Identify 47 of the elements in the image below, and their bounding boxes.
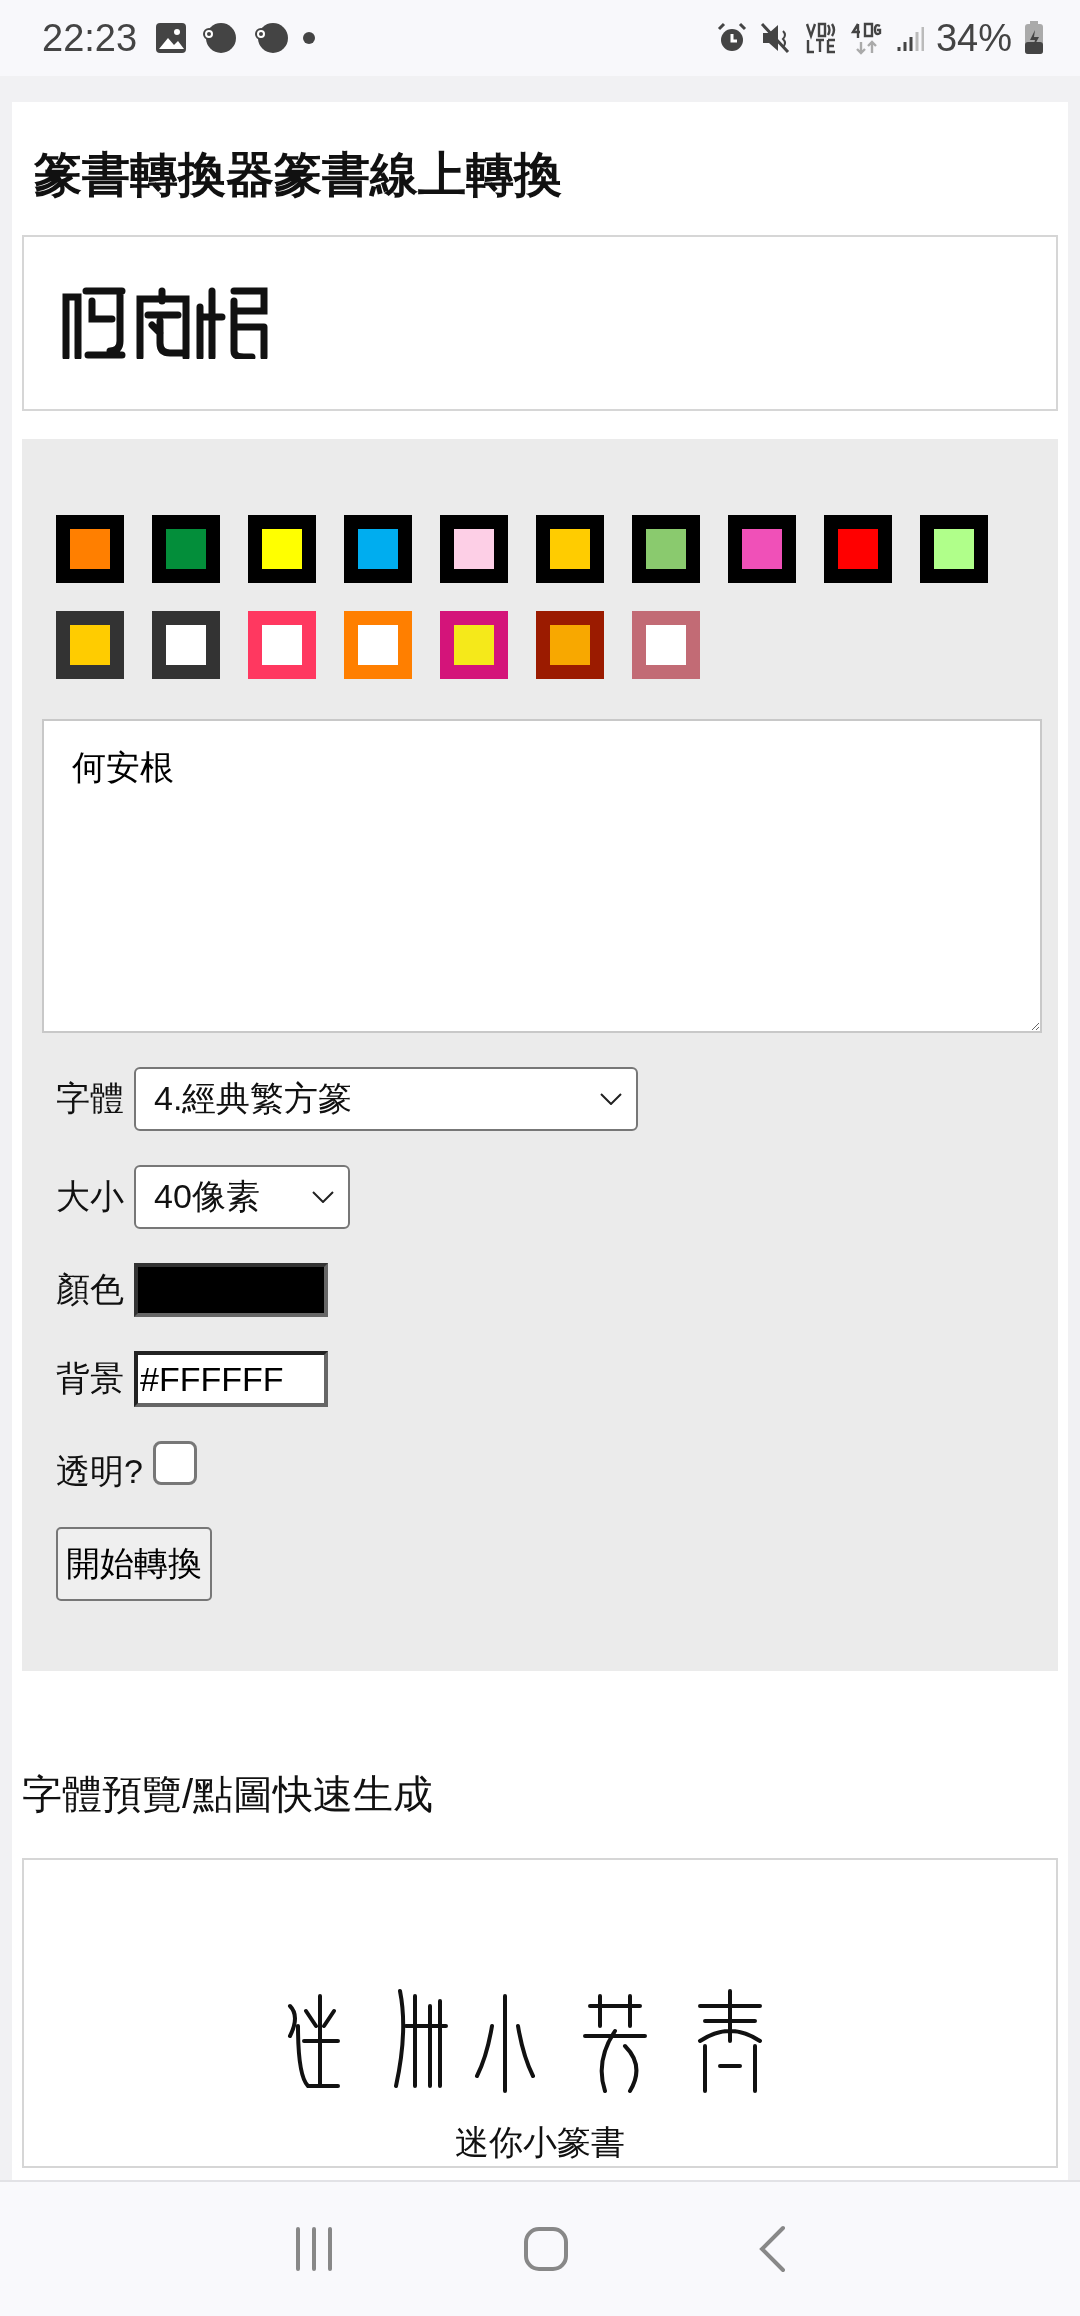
chevron-icon	[600, 1093, 622, 1105]
back-icon[interactable]	[757, 2225, 786, 2273]
color-swatch[interactable]	[632, 515, 700, 583]
alarm-icon	[715, 22, 748, 54]
color-swatch[interactable]	[440, 611, 508, 679]
mute-icon	[759, 22, 792, 54]
field-label: 字體	[56, 1078, 124, 1119]
preview-caption[interactable]: 迷你小篆書	[455, 2120, 625, 2166]
color-swatch[interactable]	[536, 611, 604, 679]
recent-apps-icon[interactable]	[294, 2227, 335, 2271]
battery-percent: 34%	[935, 16, 1012, 60]
color-swatch[interactable]	[56, 611, 124, 679]
battery-icon	[1024, 21, 1044, 55]
color-swatch[interactable]	[344, 515, 412, 583]
color-swatch[interactable]	[152, 611, 220, 679]
color-picker[interactable]	[134, 1263, 328, 1317]
image-icon	[155, 22, 188, 54]
clock-time: 22:23	[42, 16, 138, 60]
dot-icon	[303, 32, 316, 44]
volte-icon	[803, 21, 838, 55]
field-label: 透明?	[56, 1451, 143, 1492]
home-icon[interactable]	[523, 2226, 569, 2272]
color-swatch[interactable]	[248, 611, 316, 679]
text-input[interactable]: 何安根	[42, 719, 1042, 1033]
field-label: 顏色	[56, 1269, 124, 1310]
field-label: 大小	[56, 1176, 124, 1217]
color-swatch[interactable]	[248, 515, 316, 583]
color-swatch[interactable]	[632, 611, 700, 679]
color-swatch[interactable]	[920, 515, 988, 583]
network-arrows-icon	[849, 21, 884, 55]
color-swatch[interactable]	[728, 515, 796, 583]
section-heading: 字體預覽/點圖快速生成	[22, 1771, 435, 1818]
field-label: 背景	[56, 1358, 124, 1399]
select-dropdown[interactable]: 4.經典繁方篆	[134, 1067, 638, 1131]
select-dropdown[interactable]: 40像素	[134, 1165, 350, 1229]
background-input[interactable]: #FFFFFF	[134, 1351, 328, 1407]
checkbox[interactable]	[152, 1441, 197, 1485]
chevron-icon	[312, 1191, 334, 1203]
color-swatch[interactable]	[56, 515, 124, 583]
signal-icon	[895, 24, 924, 52]
color-swatch[interactable]	[344, 611, 412, 679]
color-swatch[interactable]	[152, 515, 220, 583]
color-swatch[interactable]	[536, 515, 604, 583]
color-swatch[interactable]	[440, 515, 508, 583]
convert-button[interactable]: 開始轉換	[56, 1527, 212, 1601]
page-title: 篆書轉換器篆書線上轉換	[34, 147, 563, 203]
color-swatch[interactable]	[824, 515, 892, 583]
